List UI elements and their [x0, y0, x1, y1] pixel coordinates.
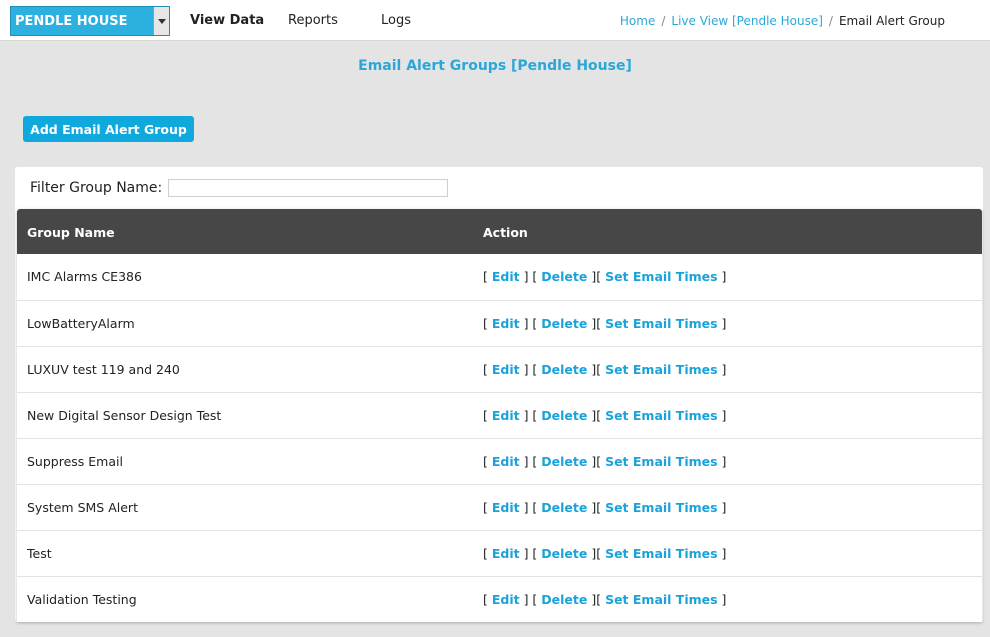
delete-link[interactable]: Delete	[541, 500, 587, 515]
column-header-action: Action	[483, 225, 528, 240]
group-name-cell: LUXUV test 119 and 240	[27, 362, 180, 377]
edit-link[interactable]: Edit	[492, 269, 520, 284]
set-email-times-link[interactable]: Set Email Times	[605, 454, 717, 469]
set-email-times-link[interactable]: Set Email Times	[605, 316, 717, 331]
page-title: Email Alert Groups [Pendle House]	[358, 58, 632, 74]
edit-link[interactable]: Edit	[492, 454, 520, 469]
action-cell: [ Edit ] [ Delete ][ Set Email Times ]	[483, 500, 727, 515]
column-header-group-name: Group Name	[27, 225, 115, 240]
table-row: LUXUV test 119 and 240 [ Edit ] [ Delete …	[17, 346, 982, 392]
set-email-times-link[interactable]: Set Email Times	[605, 362, 717, 377]
delete-link[interactable]: Delete	[541, 454, 587, 469]
breadcrumb-live-view[interactable]: Live View [Pendle House]	[671, 14, 823, 28]
site-select[interactable]: PENDLE HOUSE	[10, 6, 170, 36]
set-email-times-link[interactable]: Set Email Times	[605, 269, 717, 284]
group-name-cell: System SMS Alert	[27, 500, 138, 515]
edit-link[interactable]: Edit	[492, 592, 520, 607]
table-row: IMC Alarms CE386 [ Edit ] [ Delete ][ Set…	[17, 254, 982, 300]
site-select-value: PENDLE HOUSE	[15, 14, 128, 29]
edit-link[interactable]: Edit	[492, 362, 520, 377]
table-row: New Digital Sensor Design Test [ Edit ] […	[17, 392, 982, 438]
table-row: LowBatteryAlarm [ Edit ] [ Delete ][ Set …	[17, 300, 982, 346]
top-bar: PENDLE HOUSE View Data Reports Logs Home…	[0, 0, 990, 41]
table-header: Group Name Action	[17, 209, 982, 254]
table-row: Test [ Edit ] [ Delete ][ Set Email Times…	[17, 530, 982, 576]
action-cell: [ Edit ] [ Delete ][ Set Email Times ]	[483, 316, 727, 331]
chevron-down-icon[interactable]	[153, 7, 169, 35]
breadcrumb-separator: /	[828, 14, 833, 28]
group-name-cell: IMC Alarms CE386	[27, 269, 142, 284]
table-row: System SMS Alert [ Edit ] [ Delete ][ Set…	[17, 484, 982, 530]
action-cell: [ Edit ] [ Delete ][ Set Email Times ]	[483, 269, 727, 284]
group-name-cell: Validation Testing	[27, 592, 137, 607]
breadcrumb-separator: /	[661, 14, 666, 28]
edit-link[interactable]: Edit	[492, 316, 520, 331]
filter-label: Filter Group Name:	[30, 180, 163, 196]
action-cell: [ Edit ] [ Delete ][ Set Email Times ]	[483, 592, 727, 607]
set-email-times-link[interactable]: Set Email Times	[605, 546, 717, 561]
add-email-alert-group-button[interactable]: Add Email Alert Group	[23, 116, 194, 142]
group-name-cell: Suppress Email	[27, 454, 123, 469]
set-email-times-link[interactable]: Set Email Times	[605, 500, 717, 515]
action-cell: [ Edit ] [ Delete ][ Set Email Times ]	[483, 454, 727, 469]
groups-panel: Filter Group Name: Group Name Action IMC…	[15, 167, 983, 622]
nav-reports[interactable]: Reports	[288, 13, 338, 28]
action-cell: [ Edit ] [ Delete ][ Set Email Times ]	[483, 546, 727, 561]
delete-link[interactable]: Delete	[541, 269, 587, 284]
edit-link[interactable]: Edit	[492, 500, 520, 515]
groups-table: Group Name Action IMC Alarms CE386 [ Edit…	[17, 209, 982, 622]
table-row: Validation Testing [ Edit ] [ Delete ][ S…	[17, 576, 982, 622]
breadcrumb-current: Email Alert Group	[838, 14, 945, 28]
group-name-cell: Test	[27, 546, 52, 561]
set-email-times-link[interactable]: Set Email Times	[605, 408, 717, 423]
nav-view-data[interactable]: View Data	[190, 13, 264, 28]
edit-link[interactable]: Edit	[492, 408, 520, 423]
delete-link[interactable]: Delete	[541, 316, 587, 331]
nav-logs[interactable]: Logs	[381, 13, 411, 28]
group-name-cell: New Digital Sensor Design Test	[27, 408, 222, 423]
group-name-cell: LowBatteryAlarm	[27, 316, 135, 331]
action-cell: [ Edit ] [ Delete ][ Set Email Times ]	[483, 408, 727, 423]
breadcrumb-home[interactable]: Home	[620, 14, 655, 28]
delete-link[interactable]: Delete	[541, 592, 587, 607]
filter-group-name-input[interactable]	[168, 179, 448, 197]
action-cell: [ Edit ] [ Delete ][ Set Email Times ]	[483, 362, 727, 377]
edit-link[interactable]: Edit	[492, 546, 520, 561]
delete-link[interactable]: Delete	[541, 408, 587, 423]
breadcrumb: Home / Live View [Pendle House] / Email Aler…	[620, 14, 945, 28]
delete-link[interactable]: Delete	[541, 362, 587, 377]
table-body: IMC Alarms CE386 [ Edit ] [ Delete ][ Set…	[17, 254, 982, 622]
table-row: Suppress Email [ Edit ] [ Delete ][ Set E…	[17, 438, 982, 484]
set-email-times-link[interactable]: Set Email Times	[605, 592, 717, 607]
delete-link[interactable]: Delete	[541, 546, 587, 561]
